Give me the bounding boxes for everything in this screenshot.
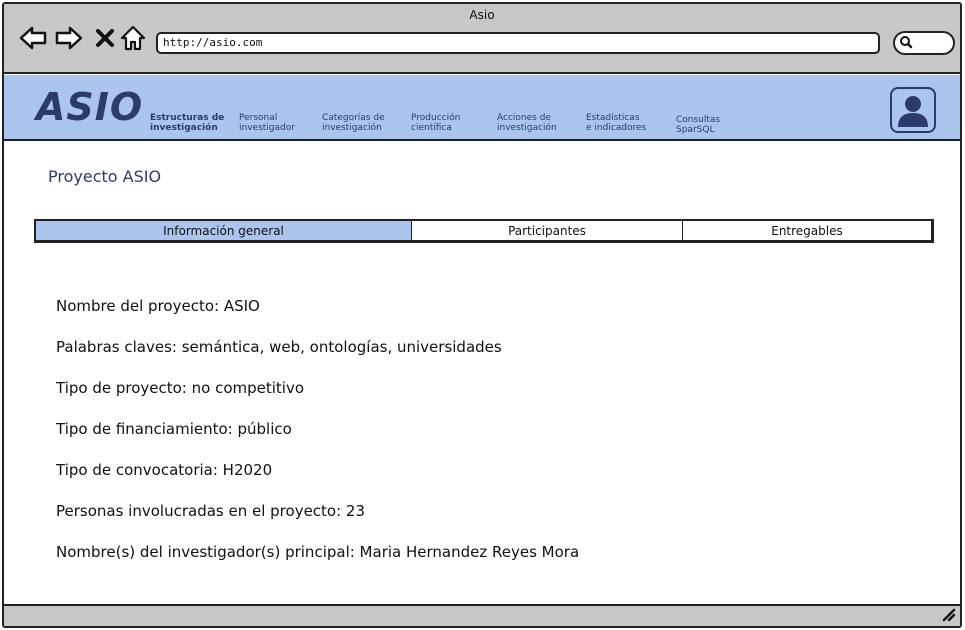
project-principal-investigator: Nombre(s) del investigador(s) principal:… [56,543,580,561]
project-people-count: Personas involucradas en el proyecto: 23 [56,502,366,520]
project-funding-type: Tipo de financiamiento: público [56,420,292,438]
nav-acciones-investigacion[interactable]: Acciones de investigación [497,113,592,133]
user-icon [898,96,928,127]
nav-label-line2: e indicadores [586,123,647,133]
nav-label-line1: Acciones de [497,113,551,123]
site-logo[interactable]: ASIO [36,85,143,129]
nav-label-line1: Consultas [676,115,721,125]
project-name: Nombre del proyecto: ASIO [56,297,260,315]
nav-label-line1: Producción [411,113,461,123]
tab-informacion-general[interactable]: Información general [36,221,412,240]
nav-estructuras-investigacion[interactable]: Estructuras de investigación [150,113,245,133]
tab-participantes[interactable]: Participantes [412,221,683,240]
nav-label-line2: investigación [497,123,557,133]
nav-label-line1: Estructuras de [150,113,225,123]
nav-label-line2: investigación [322,123,382,133]
site-header: ASIO Estructuras de investigación Person… [4,75,960,141]
back-arrow-icon[interactable] [18,24,48,52]
status-bar [4,604,960,626]
nav-label-line1: Categorías de [322,113,385,123]
home-icon[interactable] [118,24,148,52]
window-title: Asio [469,8,495,22]
tab-entregables[interactable]: Entregables [683,221,931,240]
nav-label-line2: científica [411,123,452,133]
project-type: Tipo de proyecto: no competitivo [56,379,305,397]
resize-grip-icon[interactable] [940,606,956,626]
nav-label-line2: investigador [239,123,295,133]
nav-label-line2: investigación [150,123,218,133]
user-avatar[interactable] [890,87,936,133]
nav-categorias-investigacion[interactable]: Categorías de investigación [322,113,417,133]
nav-label-line1: Estadísticas [586,113,640,123]
nav-consultas-sparsql[interactable]: Consultas SparSQL [676,115,771,135]
browser-search-field[interactable] [893,31,955,55]
page-title: Proyecto ASIO [48,167,162,186]
project-keywords: Palabras claves: semántica, web, ontolog… [56,338,502,356]
nav-personal-investigador[interactable]: Personal investigador [239,113,334,133]
nav-produccion-cientifica[interactable]: Producción científica [411,113,506,133]
search-icon [899,34,913,53]
browser-window: Asio http://asio.com ASIO Estructuras de… [2,2,962,628]
nav-label-line2: SparSQL [676,125,715,135]
url-field[interactable]: http://asio.com [156,32,880,54]
forward-arrow-icon[interactable] [54,24,84,52]
tab-bar: Información general Participantes Entreg… [34,219,934,243]
browser-titlebar: Asio http://asio.com [4,4,960,74]
project-call-type: Tipo de convocatoria: H2020 [56,461,273,479]
nav-estadisticas-indicadores[interactable]: Estadísticas e indicadores [586,113,681,133]
main-content: Proyecto ASIO Información general Partic… [4,143,960,604]
close-x-icon[interactable] [90,24,120,52]
nav-label-line1: Personal [239,113,278,123]
